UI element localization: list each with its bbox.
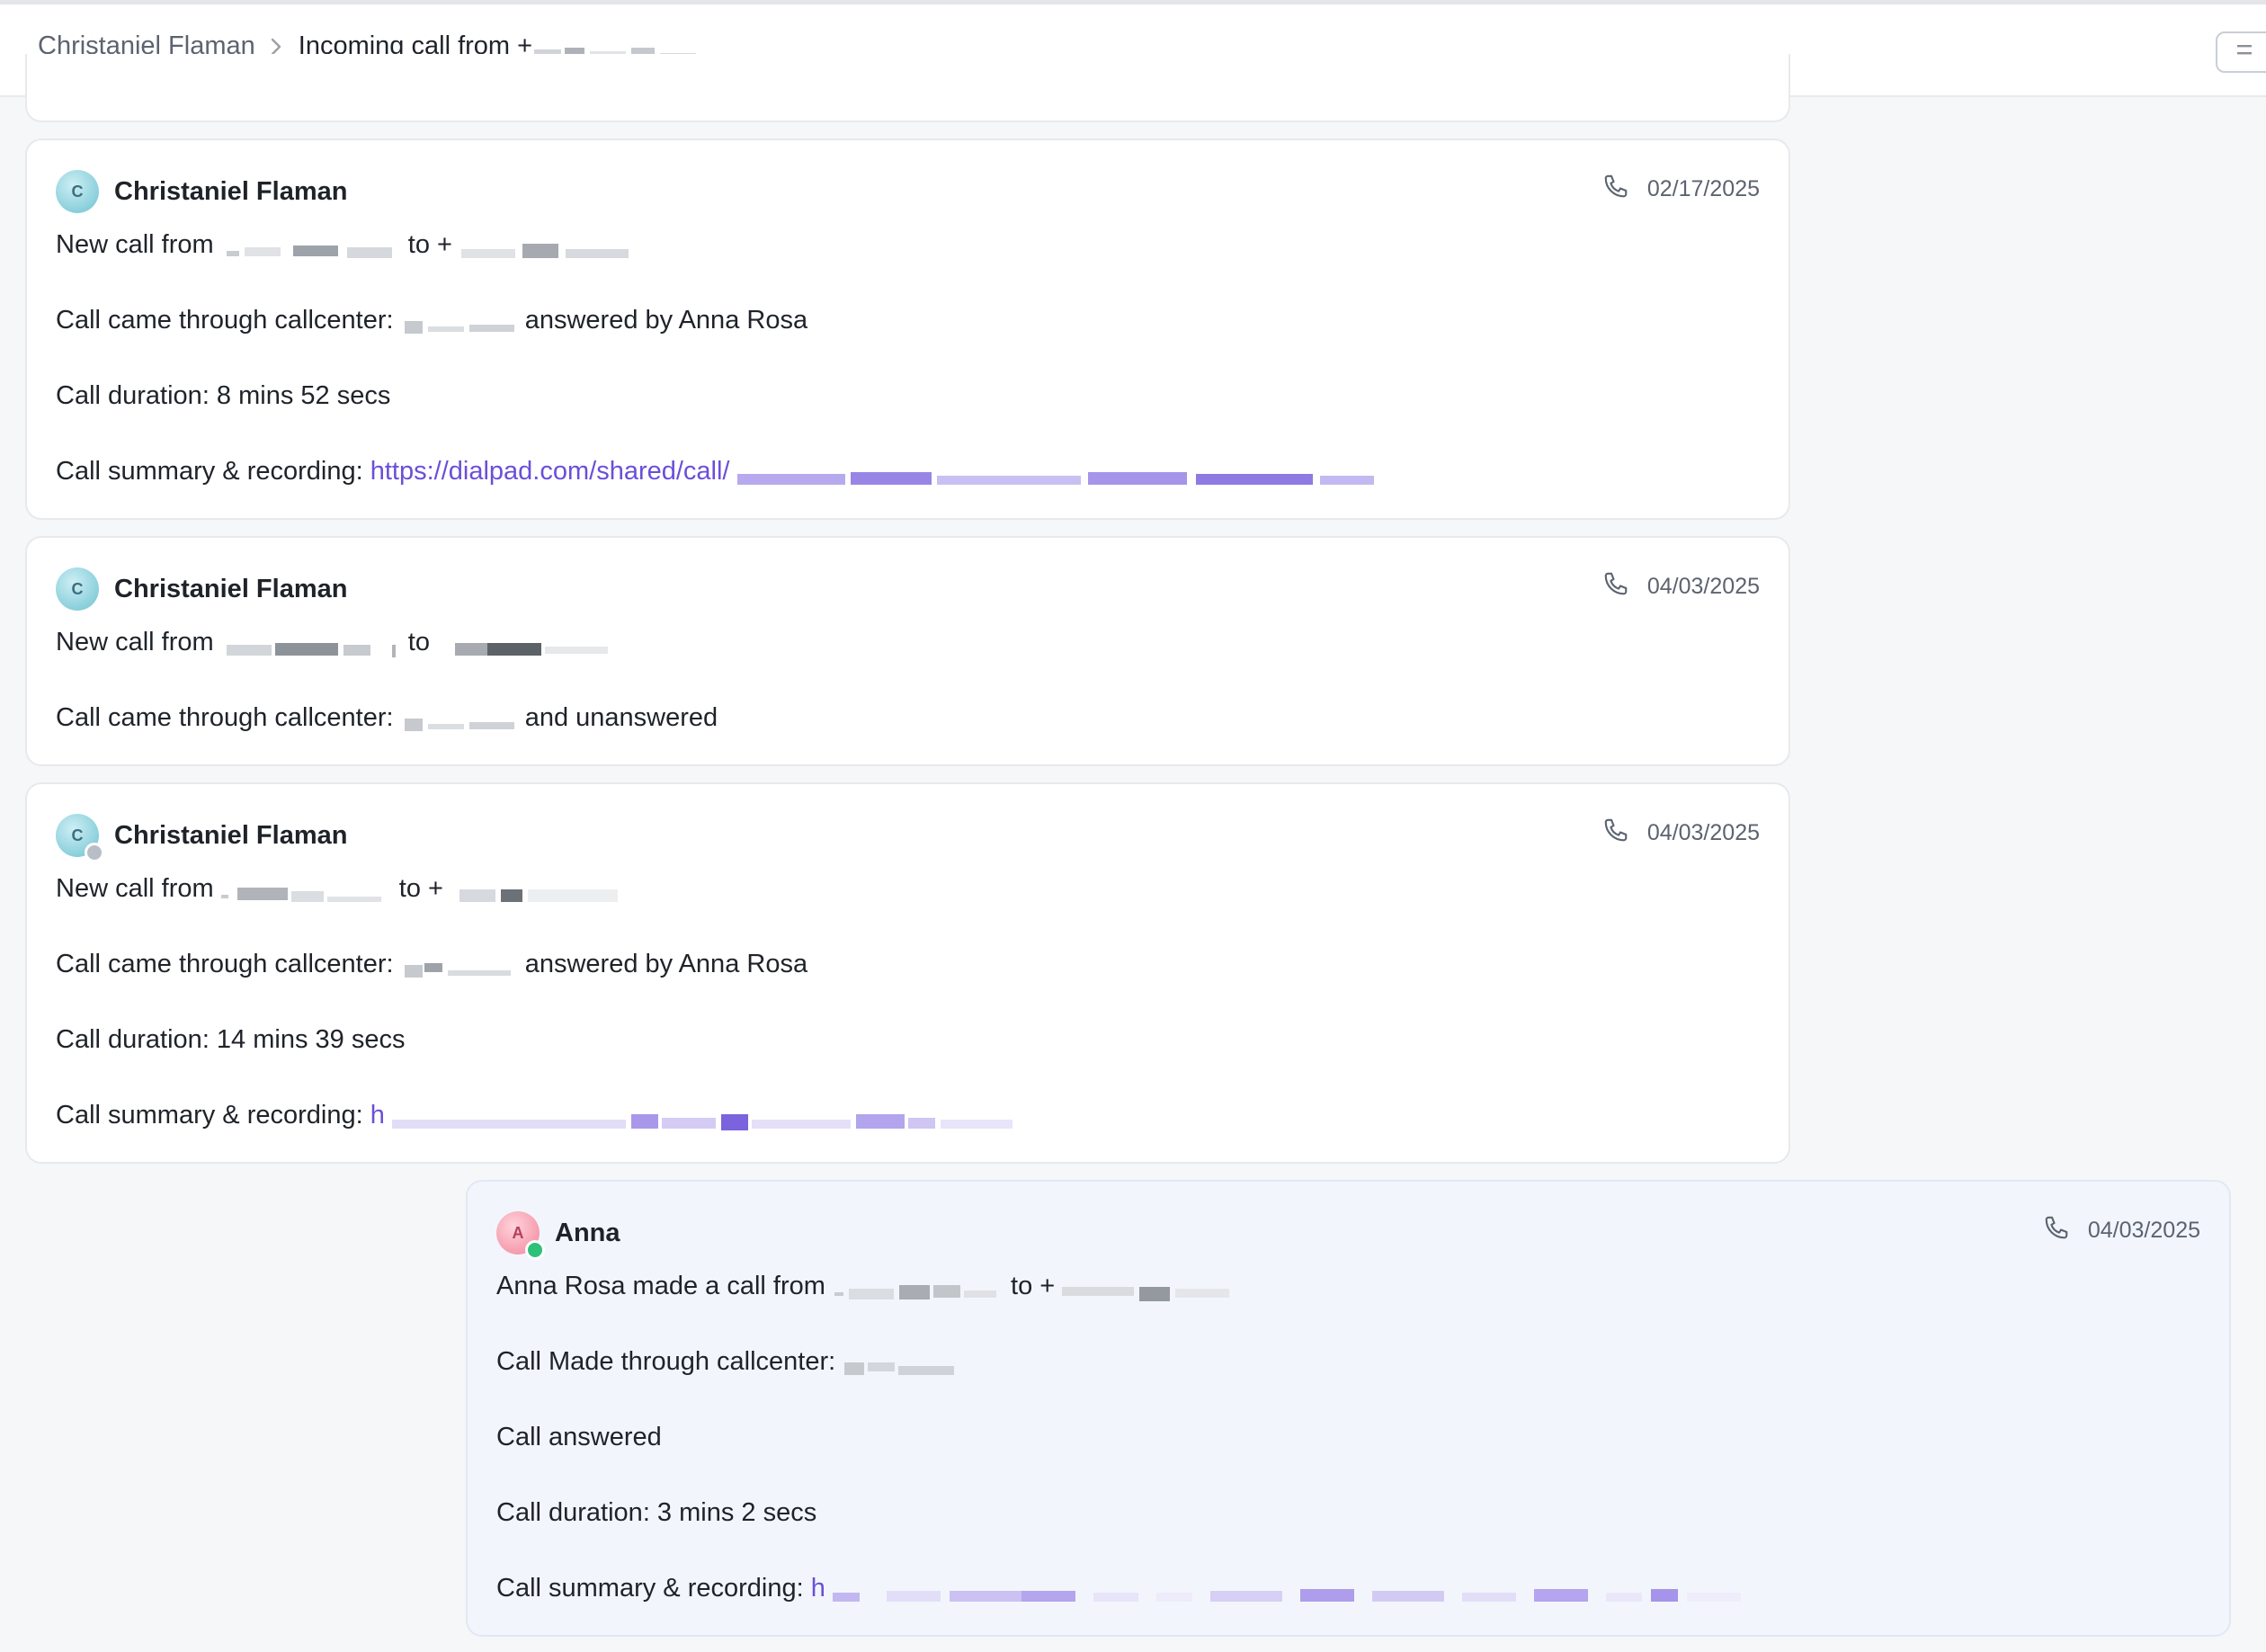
callcenter-label: Call came through callcenter:	[56, 306, 394, 335]
redacted-phone	[833, 1279, 1004, 1300]
call-line: New call from to	[56, 628, 617, 658]
recording-link[interactable]: https://dialpad.com/shared/call/	[370, 457, 730, 486]
duration-line: Call duration: 14 mins 39 secs	[56, 1025, 406, 1054]
callcenter-label: Call came through callcenter:	[56, 950, 394, 978]
callcenter-status: answered by Anna Rosa	[524, 306, 808, 335]
activity-card: C Christaniel Flaman 04/03/2025 New call…	[25, 536, 1790, 766]
author-name: Christaniel Flaman	[114, 574, 348, 603]
avatar: C	[56, 567, 99, 611]
sidebar-toggle-button[interactable]	[2216, 31, 2266, 73]
call-line: New call from to +	[56, 230, 639, 260]
made-call-label: Anna Rosa made a call from	[496, 1272, 825, 1300]
new-call-label: New call from	[56, 230, 214, 259]
author-name: Christaniel Flaman	[114, 176, 348, 206]
callcenter-line: Call Made through callcenter:	[496, 1347, 959, 1377]
redacted-phone	[221, 237, 401, 259]
previous-activity-card	[25, 54, 1790, 122]
date-text: 04/03/2025	[1646, 820, 1760, 845]
recording-link[interactable]: h	[370, 1101, 385, 1130]
online-status-dot	[525, 1240, 545, 1260]
avatar: C	[56, 814, 104, 862]
redacted-callcenter	[401, 313, 518, 335]
callcenter-status: answered by Anna Rosa	[524, 950, 808, 978]
summary-line: Call summary & recording: https://dialpa…	[56, 457, 1385, 487]
phone-icon	[1602, 570, 1647, 603]
redacted-phone	[534, 40, 705, 62]
status-dot	[85, 843, 104, 862]
to-label: to +	[1011, 1272, 1056, 1300]
activity-date: 04/03/2025	[2043, 1214, 2200, 1247]
callcenter-label: Call Made through callcenter:	[496, 1347, 836, 1376]
redacted-phone	[1062, 1279, 1242, 1302]
summary-label: Call summary & recording:	[56, 1101, 363, 1130]
call-line: Anna Rosa made a call from to +	[496, 1272, 1242, 1302]
redacted-phone	[459, 237, 639, 259]
duration-line: Call duration: 3 mins 2 secs	[496, 1498, 817, 1527]
redacted-callcenter	[401, 710, 518, 732]
call-line: New call from to +	[56, 874, 630, 904]
avatar: C	[56, 170, 99, 213]
date-text: 04/03/2025	[1646, 574, 1760, 599]
callcenter-status: and unanswered	[524, 703, 718, 732]
redacted-phone	[220, 881, 392, 903]
new-call-label: New call from	[56, 874, 214, 903]
callcenter-line: Call came through callcenter: answered b…	[56, 950, 807, 979]
callcenter-line: Call came through callcenter: and unansw…	[56, 703, 718, 733]
author-name: Anna	[555, 1218, 620, 1247]
recording-link[interactable]: h	[811, 1574, 825, 1603]
author-name: Christaniel Flaman	[114, 820, 348, 850]
date-text: 02/17/2025	[1646, 176, 1760, 201]
to-label: to	[407, 628, 430, 656]
summary-line: Call summary & recording: h	[496, 1574, 1867, 1603]
duration-line: Call duration: 8 mins 52 secs	[56, 381, 391, 410]
phone-icon	[1602, 817, 1647, 850]
activity-date: 04/03/2025	[1602, 817, 1760, 850]
redacted-link	[736, 464, 1385, 486]
avatar-initial: C	[71, 826, 84, 844]
redacted-phone	[221, 635, 401, 658]
outgoing-activity-card: A Anna 04/03/2025 Anna Rosa made a call …	[466, 1180, 2231, 1637]
redacted-link	[391, 1108, 1021, 1131]
redacted-phone	[437, 635, 617, 656]
redacted-phone	[451, 881, 630, 903]
menu-icon	[2237, 44, 2253, 61]
date-text: 04/03/2025	[2087, 1218, 2200, 1243]
summary-label: Call summary & recording:	[496, 1574, 804, 1603]
activity-card: C Christaniel Flaman 04/03/2025 New call…	[25, 782, 1790, 1164]
avatar-initial: A	[512, 1223, 524, 1242]
summary-label: Call summary & recording:	[56, 457, 363, 486]
redacted-callcenter	[401, 957, 518, 978]
avatar-initial: C	[71, 182, 84, 201]
activity-date: 04/03/2025	[1602, 570, 1760, 603]
activity-card: C Christaniel Flaman 02/17/2025 New call…	[25, 138, 1790, 520]
redacted-callcenter	[843, 1354, 959, 1376]
phone-icon	[2043, 1214, 2088, 1247]
redacted-link	[832, 1581, 1867, 1603]
callcenter-label: Call came through callcenter:	[56, 703, 394, 732]
callcenter-line: Call came through callcenter: answered b…	[56, 306, 807, 335]
to-label: to +	[398, 874, 443, 903]
summary-line: Call summary & recording: h	[56, 1101, 1021, 1131]
new-call-label: New call from	[56, 628, 214, 656]
avatar: A	[496, 1211, 545, 1260]
avatar-initial: C	[71, 579, 84, 598]
to-label: to +	[407, 230, 452, 259]
activity-date: 02/17/2025	[1602, 173, 1760, 206]
phone-icon	[1602, 173, 1647, 206]
answered-line: Call answered	[496, 1423, 662, 1451]
